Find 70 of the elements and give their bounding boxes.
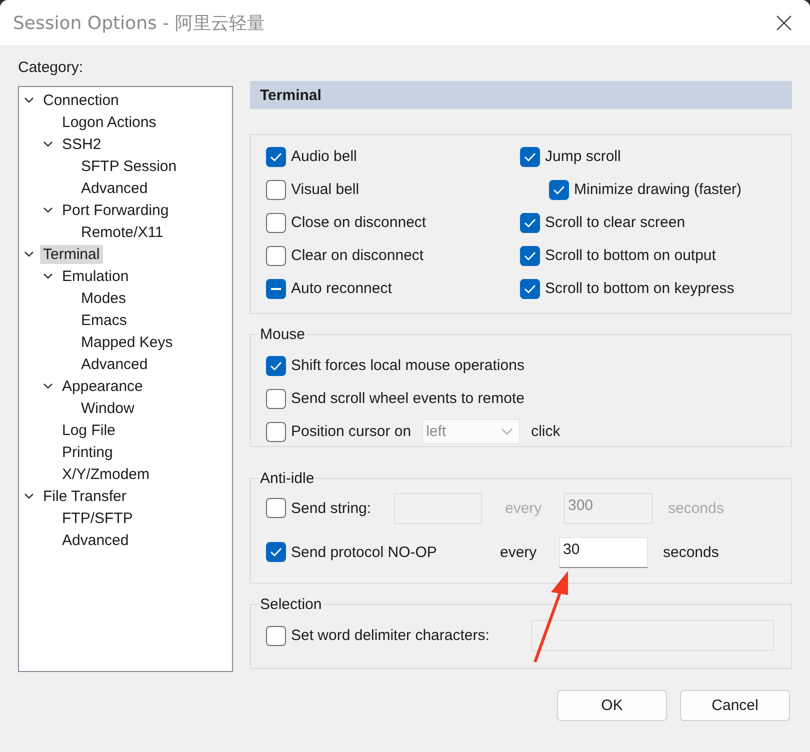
close-icon[interactable]	[776, 14, 792, 30]
category-label: Category:	[18, 58, 84, 78]
checkbox-label: Visual bell	[291, 181, 360, 198]
checkbox-label: Clear on disconnect	[291, 247, 424, 264]
every-label: every	[500, 544, 538, 560]
group-title: Anti-idle	[259, 470, 316, 487]
tree-item[interactable]: Window	[78, 398, 138, 418]
checkbox[interactable]	[520, 212, 540, 232]
cancel-button[interactable]: Cancel	[680, 690, 790, 721]
tree-item[interactable]: Emacs	[78, 310, 130, 330]
checkbox[interactable]	[266, 388, 286, 408]
checkbox[interactable]	[266, 356, 286, 376]
checkbox[interactable]	[266, 422, 286, 442]
interval-field[interactable]: 30	[559, 536, 648, 568]
checkbox-label: Send protocol NO-OP	[291, 544, 438, 560]
checkbox-label: Scroll to bottom on output	[545, 247, 716, 264]
tree-item[interactable]: SFTP Session	[78, 156, 180, 176]
check-icon	[270, 360, 282, 370]
unit-label: seconds	[668, 500, 724, 516]
every-label: every	[505, 500, 543, 516]
checkbox[interactable]	[520, 278, 540, 298]
checkbox-label: Minimize drawing (faster)	[574, 181, 742, 198]
checkbox[interactable]	[266, 180, 286, 200]
tree-item[interactable]: Log File	[59, 420, 118, 440]
checkbox[interactable]	[520, 246, 540, 266]
checkbox-label: Scroll to bottom on keypress	[545, 280, 734, 297]
checkbox-label: Scroll to clear screen	[545, 214, 686, 231]
tree-item[interactable]: FTP/SFTP	[59, 508, 136, 528]
checkbox[interactable]	[266, 146, 286, 166]
group-title: Mouse	[259, 326, 306, 343]
checkbox-label: Shift forces local mouse operations	[291, 357, 524, 374]
tree-item[interactable]: X/Y/Zmodem	[59, 464, 153, 484]
checkbox[interactable]	[266, 542, 286, 562]
tree-item[interactable]: Advanced	[78, 178, 151, 198]
panel-title: Terminal	[260, 86, 322, 104]
checkbox[interactable]	[266, 246, 286, 266]
window-title: Session Options - 阿里云轻量	[13, 12, 265, 34]
suffix-label: click	[531, 423, 560, 440]
tree-item[interactable]: File Transfer	[40, 486, 130, 506]
checkbox[interactable]	[549, 180, 569, 200]
checkbox-label: Audio bell	[291, 148, 357, 165]
checkbox-label: Jump scroll	[545, 148, 621, 165]
checkbox-label: Set word delimiter characters:	[291, 627, 490, 644]
tree-item[interactable]: Appearance	[59, 376, 146, 396]
checkbox[interactable]	[520, 146, 540, 166]
tree-item[interactable]: Modes	[78, 288, 130, 308]
tree-item[interactable]: Printing	[59, 442, 116, 462]
tree-item[interactable]: Connection	[40, 90, 122, 110]
checkbox[interactable]	[266, 212, 286, 232]
tree-item[interactable]: Terminal	[40, 244, 103, 264]
tree-item[interactable]: Port Forwarding	[59, 200, 172, 220]
checkbox-label: Send string:	[291, 500, 372, 516]
checkbox-label: Auto reconnect	[291, 280, 392, 297]
check-icon	[270, 547, 282, 557]
tree-item[interactable]: Advanced	[78, 354, 151, 374]
tree-item[interactable]: Emulation	[59, 266, 132, 286]
checkbox-label: Send scroll wheel events to remote	[291, 390, 524, 407]
checkbox-label: Position cursor on	[291, 423, 412, 440]
tree-item[interactable]: Remote/X11	[78, 222, 166, 242]
tree-item[interactable]: Advanced	[59, 530, 132, 550]
unit-label: seconds	[663, 544, 719, 560]
tree-item[interactable]: SSH2	[59, 134, 104, 154]
tree-item[interactable]: Logon Actions	[59, 112, 160, 132]
checkbox-label: Close on disconnect	[291, 214, 426, 231]
group-title: Selection	[259, 596, 323, 613]
checkbox[interactable]	[266, 626, 286, 646]
chevron-down-icon	[501, 428, 514, 436]
tree-item[interactable]: Mapped Keys	[78, 332, 176, 352]
ok-button[interactable]: OK	[557, 690, 667, 721]
checkbox[interactable]	[266, 278, 286, 298]
